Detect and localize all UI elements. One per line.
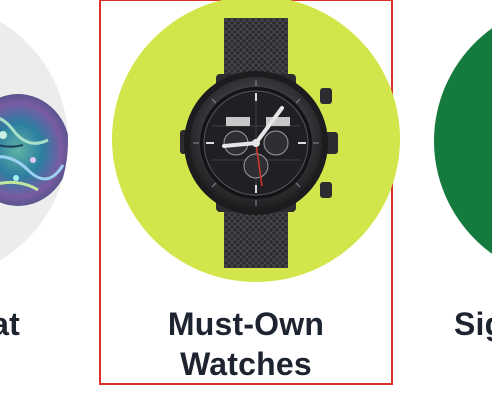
category-image-icon (434, 0, 492, 282)
chronograph-watch-icon (180, 18, 338, 268)
category-card-title: Must-Own Watches (167, 306, 325, 382)
category-card-title: at (0, 306, 20, 342)
category-image-circle (434, 0, 492, 282)
category-carousel: at Must-Own Watches Si (0, 0, 492, 411)
abalone-shell-icon (0, 94, 68, 206)
category-card-right[interactable]: Sig (434, 0, 492, 384)
category-image-circle (112, 0, 400, 282)
category-image-circle (0, 0, 68, 282)
category-card-left[interactable]: at (0, 0, 68, 384)
category-card-title: Sig (454, 306, 492, 342)
category-card-must-own-watches[interactable]: Must-Own Watches (99, 0, 400, 385)
